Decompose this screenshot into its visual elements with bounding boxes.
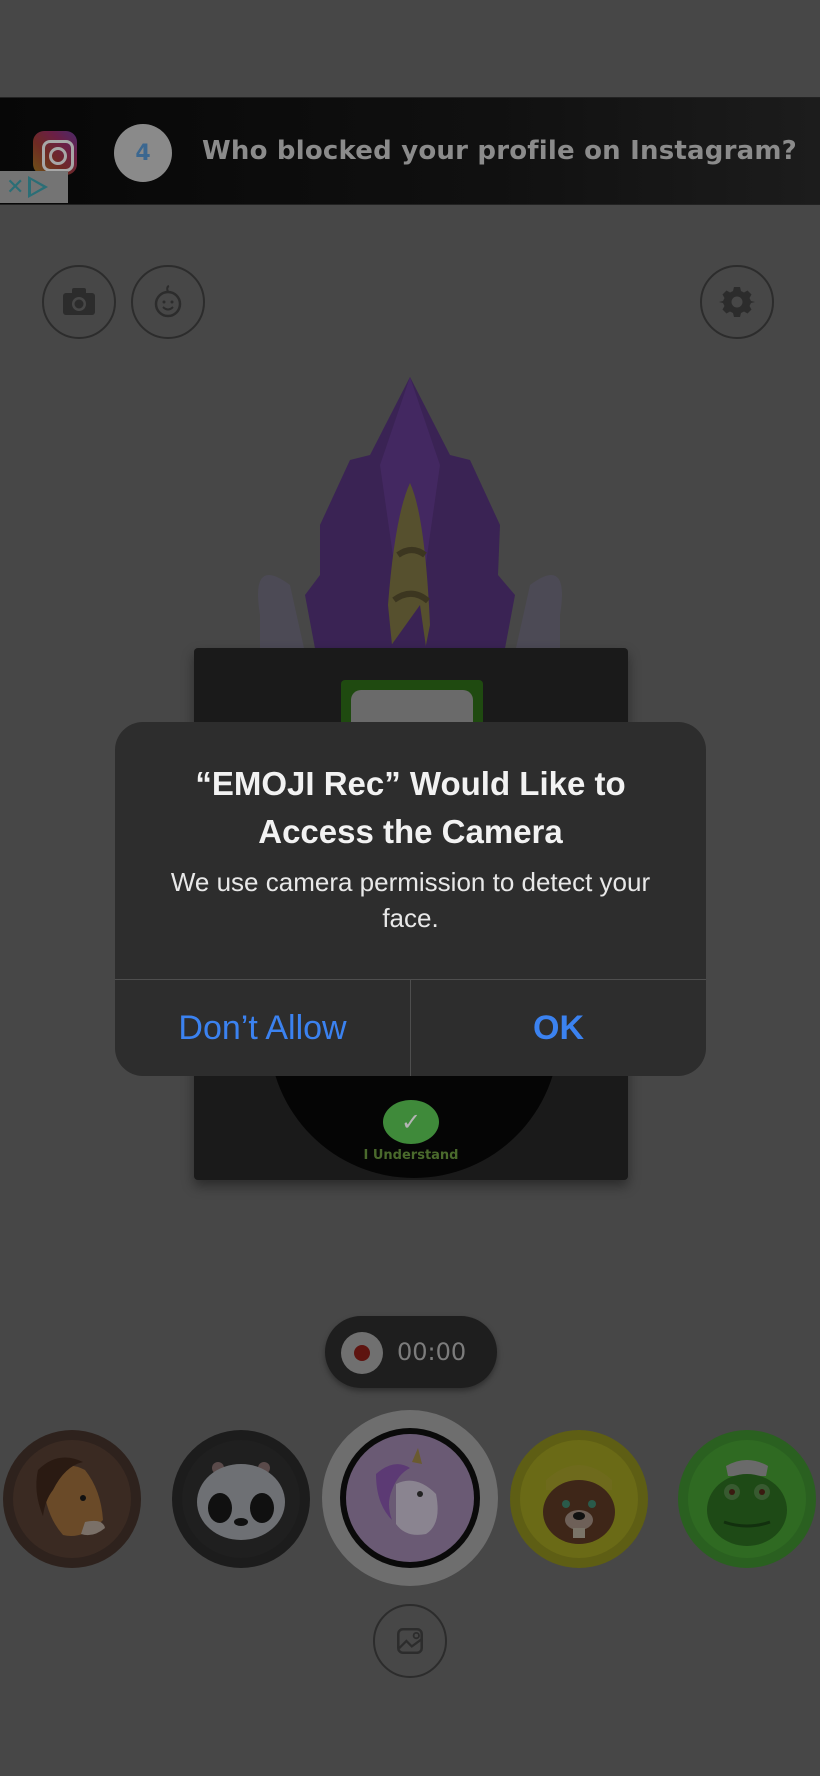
ad-banner[interactable]: 4 Who blocked your profile on Instagram?… — [0, 97, 820, 205]
gallery-image-icon — [397, 1628, 423, 1654]
horse-icon — [36, 1457, 105, 1536]
camera-icon — [63, 288, 95, 315]
camera-permission-alert: “EMOJI Rec” Would Like to Access the Cam… — [115, 722, 706, 1076]
record-button[interactable] — [341, 1332, 383, 1374]
i-understand-label[interactable]: I Understand — [194, 1148, 628, 1163]
emoji-dinosaur[interactable] — [678, 1430, 816, 1568]
emoji-panda[interactable] — [172, 1430, 310, 1568]
alert-title: “EMOJI Rec” Would Like to Access the Cam… — [195, 765, 626, 850]
record-control: 00:00 — [325, 1316, 497, 1388]
adchoices-play-icon[interactable] — [28, 176, 49, 198]
settings-button[interactable] — [700, 265, 774, 339]
gallery-button[interactable] — [373, 1604, 447, 1678]
adchoices-button[interactable]: ✕ — [0, 171, 68, 203]
camera-button[interactable] — [42, 265, 116, 339]
baby-face-button[interactable] — [131, 265, 205, 339]
emoji-unicorn[interactable] — [341, 1429, 479, 1567]
i-understand-button[interactable]: ✓ — [383, 1100, 439, 1144]
emoji-beaver[interactable] — [510, 1430, 648, 1568]
ok-button[interactable]: OK — [411, 980, 706, 1076]
unicorn-icon — [376, 1448, 438, 1535]
beaver-icon — [543, 1465, 615, 1544]
unicorn-avatar — [258, 377, 562, 675]
close-icon[interactable]: ✕ — [6, 175, 24, 200]
checkmark-icon: ✓ — [400, 1108, 422, 1136]
emoji-horse[interactable] — [3, 1430, 141, 1568]
instagram-icon — [33, 131, 77, 175]
record-timer: 00:00 — [397, 1338, 467, 1366]
ad-number-badge: 4 — [114, 124, 172, 182]
alert-message: We use camera permission to detect your … — [170, 867, 651, 933]
dinosaur-icon — [707, 1460, 787, 1546]
baby-face-icon — [154, 285, 182, 318]
dont-allow-button[interactable]: Don’t Allow — [115, 980, 410, 1076]
panda-icon — [197, 1462, 285, 1540]
ad-headline[interactable]: Who blocked your profile on Instagram? — [202, 136, 797, 166]
gear-icon — [719, 287, 755, 317]
